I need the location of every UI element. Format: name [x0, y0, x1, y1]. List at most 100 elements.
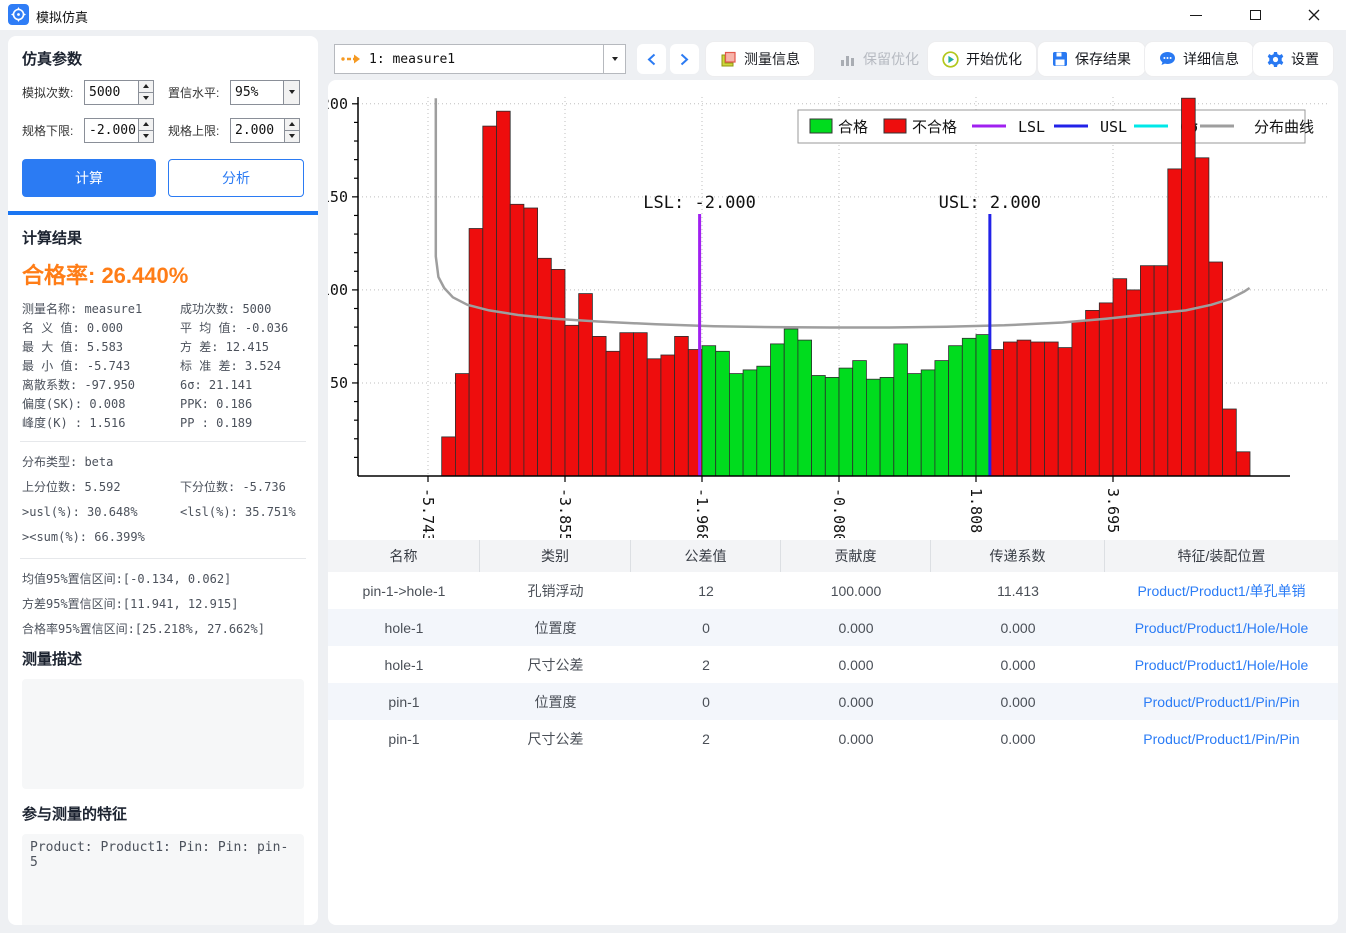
histogram-bar [839, 368, 853, 476]
table-cell: Product/Product1/Pin/Pin [1105, 720, 1338, 757]
histogram-bar [1236, 452, 1250, 476]
sim-count-up-button[interactable] [139, 81, 153, 92]
spec-lower-stepper[interactable] [84, 118, 154, 143]
feature-location-link[interactable]: Product/Product1/单孔单销 [1137, 581, 1305, 601]
table-cell: 位置度 [480, 609, 631, 646]
arrow-down-icon [289, 134, 295, 138]
chat-icon [1159, 51, 1176, 67]
spec-upper-up-button[interactable] [285, 119, 299, 130]
histogram-bar [1058, 348, 1072, 476]
stat-item-left: 最 大 值: 5.583 [22, 338, 180, 357]
histogram-bar [1086, 310, 1100, 476]
table-cell: 2 [631, 720, 781, 757]
histogram-bar [784, 329, 798, 476]
sim-count-input[interactable] [85, 81, 138, 104]
spec-upper-stepper[interactable] [230, 118, 300, 143]
toolbar-button-save[interactable]: 保存结果 [1038, 42, 1145, 76]
feature-location-link[interactable]: Product/Product1/Pin/Pin [1143, 694, 1299, 710]
chevron-left-icon [647, 53, 656, 66]
toolbar-button-measure-info[interactable]: 测量信息 [706, 42, 814, 76]
arrow-down-icon [143, 134, 149, 138]
sim-count-down-button[interactable] [139, 92, 153, 104]
arrow-down-icon [143, 96, 149, 100]
table-cell: 尺寸公差 [480, 720, 631, 757]
feature-location-link[interactable]: Product/Product1/Hole/Hole [1135, 657, 1309, 673]
histogram-bar [1154, 266, 1168, 476]
prev-measure-button[interactable] [637, 44, 666, 74]
x-tick-label: -1.968 [693, 488, 711, 538]
table-cell: Product/Product1/Pin/Pin [1105, 683, 1338, 720]
calculate-button[interactable]: 计算 [22, 159, 156, 197]
spec-upper-down-button[interactable] [285, 130, 299, 142]
histogram-bar [551, 269, 565, 476]
histogram-bar [921, 370, 935, 476]
table-cell: 0.000 [931, 609, 1105, 646]
spec-lower-up-button[interactable] [139, 119, 153, 130]
histogram-bar [729, 374, 743, 476]
toolbar-button-label: 详细信息 [1183, 49, 1239, 69]
table-row: pin-1尺寸公差20.0000.000Product/Product1/Pin… [328, 720, 1338, 757]
histogram-bar [702, 346, 716, 476]
chevron-right-icon [680, 53, 689, 66]
toolbar-button-chat[interactable]: 详细信息 [1145, 42, 1253, 76]
next-measure-button[interactable] [670, 44, 699, 74]
stat-item-right: PPK: 0.186 [180, 395, 304, 414]
measure-select-dropdown[interactable] [603, 45, 625, 73]
analyze-button[interactable]: 分析 [168, 159, 304, 197]
histogram-bar [990, 350, 1004, 477]
feature-location-link[interactable]: Product/Product1/Pin/Pin [1143, 731, 1299, 747]
close-button[interactable] [1291, 0, 1337, 30]
histogram-bar [1113, 279, 1127, 476]
sim-count-stepper[interactable] [84, 80, 154, 105]
table-cell: 0 [631, 683, 781, 720]
spec-lower-down-button[interactable] [139, 130, 153, 142]
spec-limit-row: 规格下限: 规格上限: [22, 117, 304, 143]
confidence-input[interactable] [231, 81, 283, 104]
pass-rate-value: 合格率: 26.440% [22, 258, 304, 290]
results-section-title: 计算结果 [22, 227, 304, 248]
sim-count-label: 模拟次数: [22, 84, 84, 101]
toolbar-button-bar-chart[interactable]: 保留优化 [826, 42, 933, 76]
feature-location-link[interactable]: Product/Product1/Hole/Hole [1135, 620, 1309, 636]
distribution-item-left: 分布类型: beta [22, 450, 180, 475]
table-header-row: 名称类别公差值贡献度传递系数特征/装配位置 [328, 540, 1338, 572]
confidence-dropdown-button[interactable] [283, 81, 299, 104]
toolbar-button-gear[interactable]: 设置 [1253, 42, 1333, 76]
histogram-bar [935, 361, 949, 476]
distribution-item-right [180, 450, 304, 475]
measured-features-box[interactable]: Product: Product1: Pin: Pin: pin-5 [22, 834, 304, 925]
section-accent-bar [8, 211, 318, 215]
table-cell: 孔销浮动 [480, 572, 631, 609]
main-toolbar: 1: measure1 测量信息 保留优化开始优化保存结果 详细信息设置 [328, 44, 1338, 74]
histogram-bar [743, 370, 757, 476]
toolbar-button-play[interactable]: 开始优化 [928, 42, 1036, 76]
confidence-label: 置信水平: [168, 84, 230, 101]
chevron-down-icon [289, 90, 295, 94]
table-header-cell: 特征/装配位置 [1105, 540, 1338, 572]
window-title: 模拟仿真 [36, 7, 88, 26]
maximize-button[interactable] [1232, 0, 1278, 30]
histogram-bar [469, 229, 483, 477]
histogram-bar [1031, 342, 1045, 476]
table-cell: 0.000 [931, 720, 1105, 757]
y-tick-label: 50 [330, 374, 348, 392]
table-cell: 0.000 [781, 683, 931, 720]
toolbar-button-label: 测量信息 [744, 49, 800, 69]
usl-label: USL: 2.000 [939, 193, 1041, 213]
table-cell: 0.000 [931, 683, 1105, 720]
spec-lower-input[interactable] [85, 119, 138, 142]
result-stats-grid: 测量名称: measure1成功次数: 5000名 义 值: 0.000平 均 … [22, 300, 304, 433]
table-cell: 0.000 [781, 646, 931, 683]
measure-select[interactable]: 1: measure1 [334, 44, 626, 74]
stat-item-right: 标 准 差: 3.524 [180, 357, 304, 376]
stat-item-left: 离散系数: -97.950 [22, 376, 180, 395]
confidence-select[interactable] [230, 80, 300, 105]
desc-section-title: 测量描述 [22, 648, 304, 669]
histogram-chart: 合格不合格LSLUSL6σ分布曲线LSL: -2.000USL: 2.00050… [328, 88, 1338, 538]
table-cell: 12 [631, 572, 781, 609]
minimize-button[interactable] [1173, 0, 1219, 30]
spec-upper-input[interactable] [231, 119, 284, 142]
stat-item-right: 平 均 值: -0.036 [180, 319, 304, 338]
measure-description-box[interactable] [22, 679, 304, 789]
app-icon [8, 4, 29, 25]
